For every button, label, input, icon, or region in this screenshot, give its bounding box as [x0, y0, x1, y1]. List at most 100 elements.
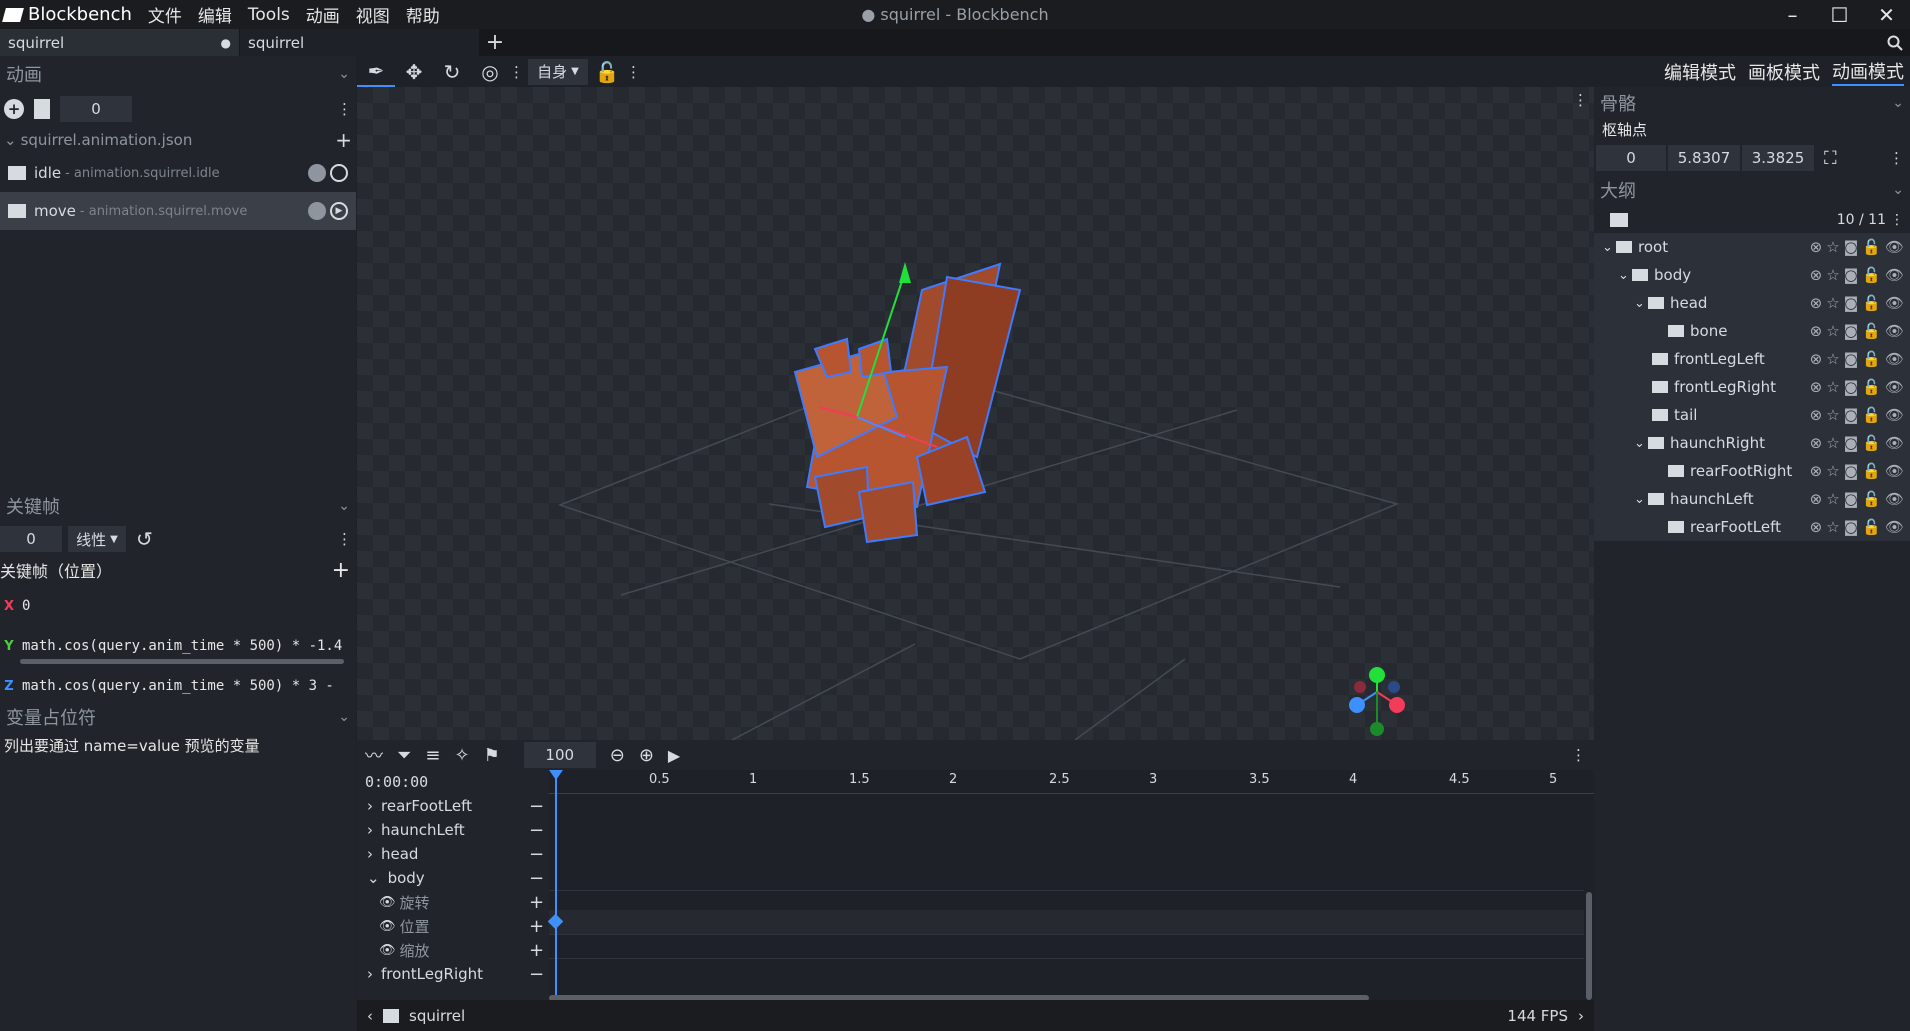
- star-icon[interactable]: ☆: [1826, 490, 1839, 508]
- axis-gizmo[interactable]: [1349, 667, 1405, 736]
- paint-mode-tab[interactable]: 画板模式: [1748, 59, 1820, 85]
- interpolation-select[interactable]: 线性 ▼: [68, 526, 126, 552]
- chevron-down-icon[interactable]: ⌄: [4, 131, 17, 149]
- minus-icon[interactable]: −: [529, 820, 544, 841]
- lock-icon[interactable]: 🔓: [1862, 434, 1881, 452]
- menu-tools[interactable]: Tools: [240, 5, 298, 25]
- timeline-bone-row[interactable]: › frontLegRight −: [357, 962, 549, 986]
- add-icon[interactable]: +: [335, 128, 352, 152]
- star-icon[interactable]: ☆: [1826, 350, 1839, 368]
- close-icon[interactable]: ✕: [1863, 0, 1910, 29]
- timeline-channel-row[interactable]: 👁 位置 +: [357, 914, 549, 938]
- menu-help[interactable]: 帮助: [398, 2, 448, 27]
- tab-squirrel-1[interactable]: squirrel ●: [0, 29, 240, 56]
- keyframe-y-value[interactable]: math.cos(query.anim_time * 500) * -1.4: [22, 638, 354, 654]
- move-tool-button[interactable]: ✥: [395, 56, 433, 87]
- add-group-icon[interactable]: [1610, 213, 1628, 227]
- chevron-down-icon[interactable]: ⌄: [338, 498, 350, 514]
- star-icon[interactable]: ☆: [1826, 434, 1839, 452]
- chevron-right-icon[interactable]: ›: [367, 821, 373, 839]
- check-circle-icon[interactable]: [308, 164, 326, 182]
- more-menu-icon[interactable]: ⋮: [1571, 746, 1586, 764]
- outliner-item[interactable]: ⌄ body ⊗ ☆ ◙ 🔓 👁: [1594, 261, 1910, 289]
- 3d-viewport[interactable]: ⋮: [357, 87, 1594, 740]
- star-icon[interactable]: ☆: [1826, 294, 1839, 312]
- camera-icon[interactable]: ◙: [1844, 322, 1859, 340]
- timeline-zoom-input[interactable]: 100: [523, 742, 596, 768]
- chevron-down-icon[interactable]: ⌄: [367, 869, 380, 887]
- play-circle-icon[interactable]: ▶: [330, 202, 348, 220]
- search-button[interactable]: [1880, 29, 1910, 56]
- pivot-tool-button[interactable]: ◎: [471, 56, 509, 87]
- plus-icon[interactable]: +: [529, 940, 544, 961]
- playhead-handle-icon[interactable]: [549, 770, 563, 780]
- lock-icon[interactable]: 🔓: [1862, 462, 1881, 480]
- animation-file-row[interactable]: ⌄ squirrel.animation.json +: [0, 126, 356, 154]
- camera-icon[interactable]: ◙: [1844, 350, 1859, 368]
- camera-icon[interactable]: ◙: [1844, 490, 1859, 508]
- timeline-bone-row[interactable]: ⌄ body −: [357, 866, 549, 890]
- outliner-item[interactable]: frontLegRight ⊗ ☆ ◙ 🔓 👁: [1594, 373, 1910, 401]
- lock-icon[interactable]: 🔓: [1862, 490, 1881, 508]
- transform-space-select[interactable]: 自身 ▼: [528, 58, 588, 85]
- more-menu-icon[interactable]: ⋮: [1890, 212, 1904, 228]
- outliner-item[interactable]: ⌄ head ⊗ ☆ ◙ 🔓 👁: [1594, 289, 1910, 317]
- horizontal-scrollbar[interactable]: [20, 659, 344, 664]
- minimize-icon[interactable]: –: [1769, 0, 1816, 29]
- camera-icon[interactable]: ◙: [1844, 378, 1859, 396]
- add-icon[interactable]: +: [332, 558, 350, 583]
- edit-mode-tab[interactable]: 编辑模式: [1664, 59, 1736, 85]
- lock-icon[interactable]: 🔓: [1862, 378, 1881, 396]
- timeline-bone-row[interactable]: › haunchLeft −: [357, 818, 549, 842]
- chevron-down-icon[interactable]: ⌄: [338, 709, 350, 725]
- rotate-tool-button[interactable]: ↻: [433, 56, 471, 87]
- lock-icon[interactable]: 🔓: [1862, 350, 1881, 368]
- ik-icon[interactable]: ⊗: [1810, 378, 1823, 396]
- camera-icon[interactable]: ◙: [1844, 266, 1859, 284]
- minus-icon[interactable]: −: [529, 964, 544, 985]
- next-keyframe-icon[interactable]: ⊕: [639, 745, 654, 766]
- minus-icon[interactable]: −: [529, 868, 544, 889]
- more-menu-icon[interactable]: ⋮: [509, 63, 524, 81]
- reset-icon[interactable]: ↺: [136, 527, 153, 551]
- ik-icon[interactable]: ⊗: [1810, 350, 1823, 368]
- animations-panel-header[interactable]: 动画 ⌄: [0, 56, 356, 92]
- keyframe-time-input[interactable]: 0: [0, 526, 62, 552]
- eye-icon[interactable]: 👁: [1885, 406, 1904, 424]
- menu-view[interactable]: 视图: [348, 2, 398, 27]
- plus-icon[interactable]: +: [529, 916, 544, 937]
- ik-icon[interactable]: ⊗: [1810, 238, 1823, 256]
- menu-edit[interactable]: 编辑: [190, 2, 240, 27]
- eye-icon[interactable]: 👁: [1885, 350, 1904, 368]
- animate-mode-tab[interactable]: 动画模式: [1832, 58, 1904, 86]
- outliner-item[interactable]: ⌄ root ⊗ ☆ ◙ 🔓 👁: [1594, 233, 1910, 261]
- more-menu-icon[interactable]: ⋮: [626, 63, 641, 81]
- vertical-scrollbar[interactable]: [1586, 892, 1592, 1000]
- star-icon[interactable]: ☆: [1826, 462, 1839, 480]
- maximize-icon[interactable]: ☐: [1816, 0, 1863, 29]
- timeline-ruler[interactable]: 0.5 1 1.5 2 2.5 3 3.5 4 4.5 5: [549, 770, 1594, 794]
- chevron-down-icon[interactable]: ⌄: [1892, 182, 1904, 198]
- tab-squirrel-2[interactable]: squirrel: [240, 29, 480, 56]
- ik-icon[interactable]: ⊗: [1810, 266, 1823, 284]
- squirrel-model[interactable]: [793, 262, 1022, 544]
- animation-item-move[interactable]: move - animation.squirrel.move ▶: [0, 192, 356, 230]
- viewport-scene[interactable]: [357, 87, 1594, 740]
- chevron-left-icon[interactable]: ‹: [367, 1007, 373, 1025]
- lock-icon[interactable]: 🔓: [1862, 238, 1881, 256]
- ik-icon[interactable]: ⊗: [1810, 462, 1823, 480]
- eye-icon[interactable]: 👁: [1885, 266, 1904, 284]
- outliner-item[interactable]: ⌄ haunchLeft ⊗ ☆ ◙ 🔓 👁: [1594, 485, 1910, 513]
- outliner-item[interactable]: rearFootLeft ⊗ ☆ ◙ 🔓 👁: [1594, 513, 1910, 541]
- eye-icon[interactable]: 👁: [1885, 518, 1904, 536]
- filter-icon[interactable]: ⏷: [397, 745, 411, 766]
- keyframe-z-value[interactable]: math.cos(query.anim_time * 500) * 3 -: [22, 678, 354, 694]
- outliner-item[interactable]: rearFootRight ⊗ ☆ ◙ 🔓 👁: [1594, 457, 1910, 485]
- outliner-panel-header[interactable]: 大纲 ⌄: [1594, 173, 1910, 207]
- chevron-right-icon[interactable]: ›: [367, 797, 373, 815]
- ik-icon[interactable]: ⊗: [1810, 518, 1823, 536]
- more-menu-icon[interactable]: ⋮: [337, 100, 352, 118]
- lock-icon[interactable]: 🔓: [1862, 294, 1881, 312]
- outliner-item[interactable]: ⌄ haunchRight ⊗ ☆ ◙ 🔓 👁: [1594, 429, 1910, 457]
- keyframe-x-row[interactable]: X 0: [0, 586, 356, 626]
